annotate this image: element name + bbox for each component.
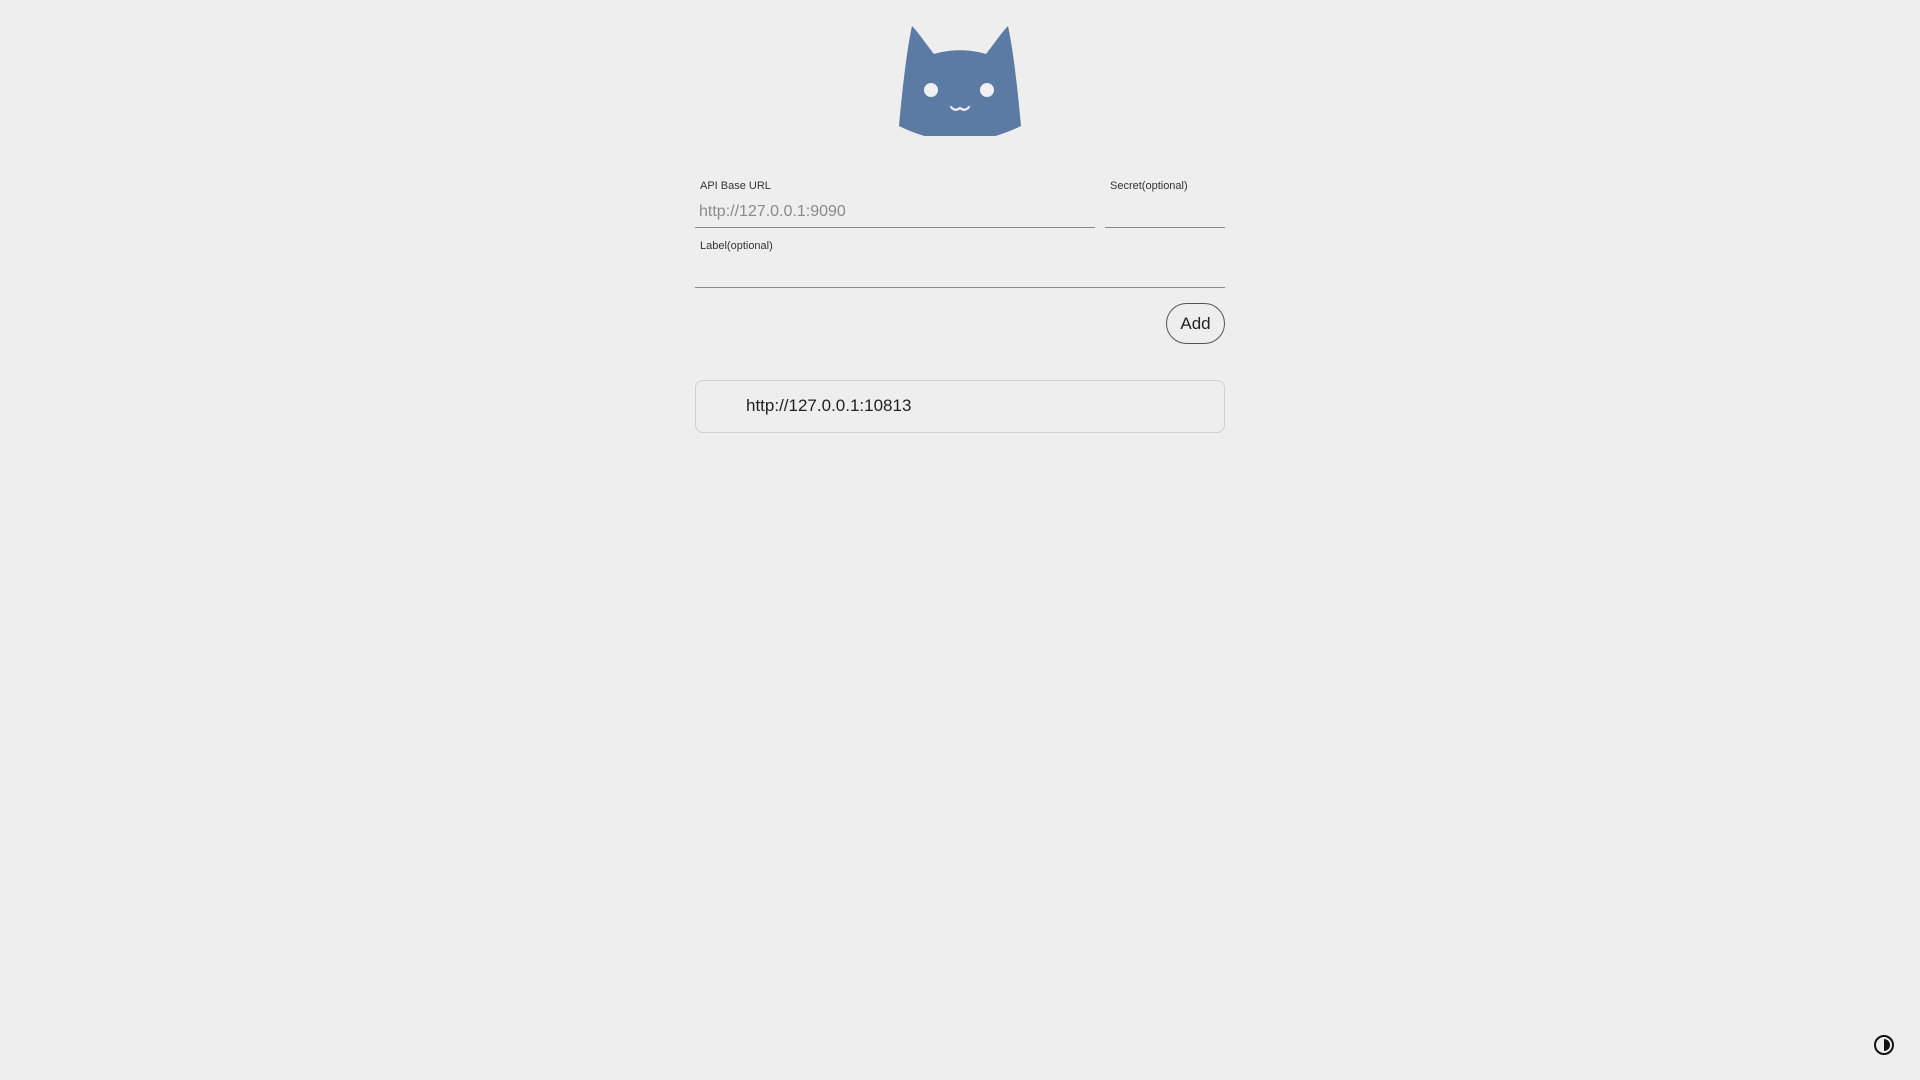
api-base-url-label: API Base URL <box>700 180 771 192</box>
secret-label: Secret(optional) <box>1110 180 1188 192</box>
backend-url: http://127.0.0.1:10813 <box>746 396 912 415</box>
api-base-url-input[interactable] <box>699 203 1091 221</box>
label-field: Label(optional) <box>695 230 1225 288</box>
cat-logo-icon <box>899 26 1021 136</box>
secret-input[interactable] <box>1109 203 1221 221</box>
label-input[interactable] <box>699 263 1221 281</box>
page: API Base URL Secret(optional) Label(opti… <box>0 0 1920 1080</box>
label-field-label: Label(optional) <box>700 240 773 252</box>
contrast-icon[interactable] <box>1873 1034 1895 1056</box>
secret-field: Secret(optional) <box>1105 170 1225 228</box>
add-button[interactable]: Add <box>1166 303 1225 344</box>
backend-list-item[interactable]: http://127.0.0.1:10813 <box>695 380 1225 433</box>
api-base-url-field: API Base URL <box>695 170 1095 228</box>
